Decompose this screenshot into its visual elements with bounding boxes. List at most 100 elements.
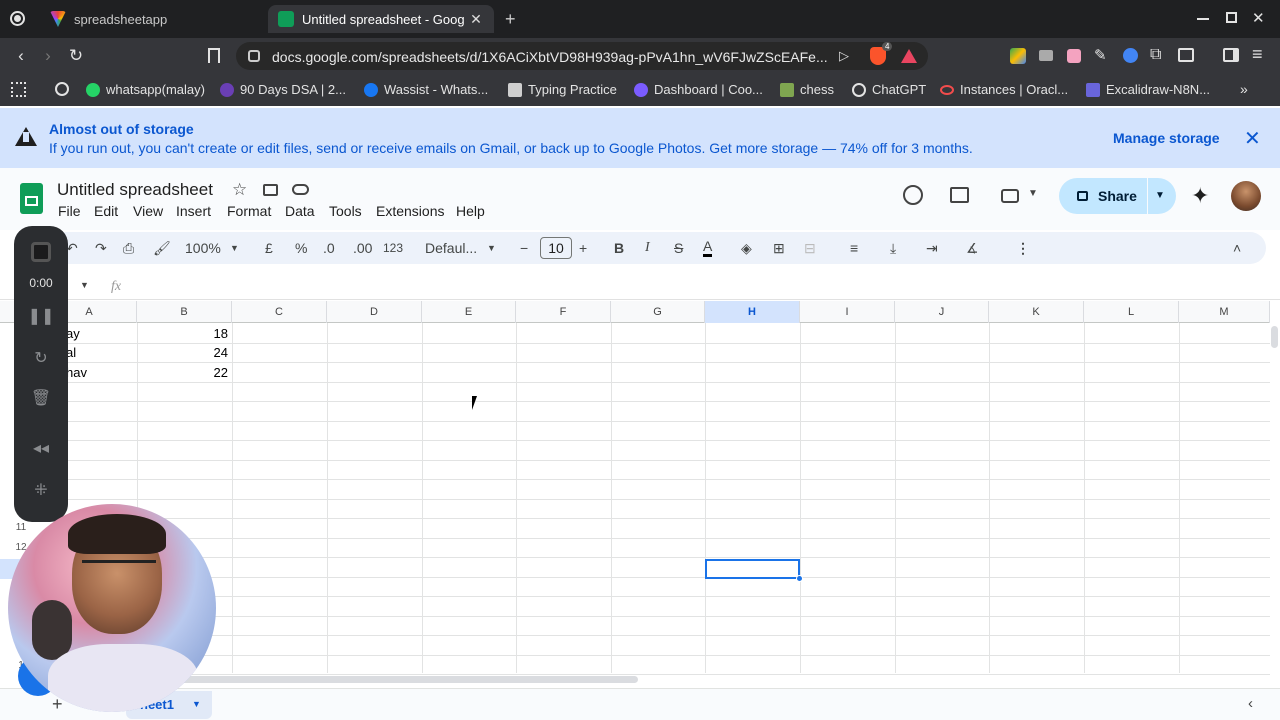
column-header-L[interactable]: L: [1084, 301, 1179, 323]
zoom-dropdown-icon[interactable]: ▼: [230, 239, 239, 257]
avatar[interactable]: [1231, 181, 1261, 211]
text-color-button[interactable]: A: [703, 239, 713, 257]
drag-handle-icon[interactable]: ⁜: [14, 480, 68, 500]
comments-icon[interactable]: [950, 187, 969, 203]
strikethrough-icon[interactable]: S: [674, 239, 683, 257]
redo-icon[interactable]: ↷: [95, 239, 107, 257]
media-icon[interactable]: [1178, 48, 1194, 62]
bookmark-chatgpt[interactable]: ChatGPT: [852, 82, 926, 97]
bookmark-icon[interactable]: [208, 48, 220, 63]
font-select[interactable]: Defaul...: [425, 239, 477, 257]
more-bookmarks-icon[interactable]: »: [1240, 81, 1248, 97]
cell-B3[interactable]: 22: [140, 363, 228, 382]
fill-color-icon[interactable]: ◈: [741, 239, 752, 257]
webcam-bubble[interactable]: [8, 504, 216, 712]
document-title[interactable]: Untitled spreadsheet: [57, 180, 213, 200]
gemini-icon[interactable]: ✦: [1191, 183, 1209, 209]
stop-recording-icon[interactable]: [31, 242, 51, 262]
rewards-icon[interactable]: [901, 49, 917, 63]
menu-format[interactable]: Format: [227, 203, 271, 219]
column-header-K[interactable]: K: [989, 301, 1084, 323]
increase-font-size-icon[interactable]: +: [579, 239, 587, 257]
sheets-logo-icon[interactable]: [20, 183, 43, 214]
sidebar-icon[interactable]: [1223, 48, 1239, 62]
pause-icon[interactable]: ❚❚: [14, 306, 68, 326]
cell-A3[interactable]: hav: [66, 363, 87, 382]
print-icon[interactable]: ⎙: [123, 239, 134, 257]
menu-insert[interactable]: Insert: [176, 203, 211, 219]
column-header-C[interactable]: C: [232, 301, 327, 323]
new-tab-button[interactable]: +: [505, 9, 516, 30]
vertical-scrollbar[interactable]: [1271, 326, 1278, 348]
column-header-I[interactable]: I: [800, 301, 895, 323]
number-format-button[interactable]: 123: [383, 239, 403, 257]
extension-pink-icon[interactable]: [1067, 49, 1081, 63]
cell-B2[interactable]: 24: [140, 343, 228, 362]
menu-file[interactable]: File: [58, 203, 81, 219]
column-header-E[interactable]: E: [422, 301, 516, 323]
extensions-puzzle-icon[interactable]: ⧉: [1150, 46, 1161, 64]
camera-icon[interactable]: [1039, 50, 1053, 61]
text-wrap-icon[interactable]: ⇥: [926, 239, 938, 257]
explore-collapse-icon[interactable]: ‹: [1248, 695, 1253, 712]
horizontal-align-icon[interactable]: ≡: [850, 239, 858, 257]
apps-grid-icon[interactable]: [11, 82, 26, 97]
minimize-icon[interactable]: [1197, 18, 1209, 20]
send-icon[interactable]: ▷: [839, 48, 849, 64]
share-dropdown-icon[interactable]: ▼: [1155, 190, 1165, 201]
banner-message[interactable]: If you run out, you can't create or edit…: [49, 140, 973, 156]
cell-B1[interactable]: 18: [140, 324, 228, 343]
close-window-icon[interactable]: ✕: [1252, 9, 1265, 27]
pen-icon[interactable]: ✎: [1094, 46, 1107, 64]
delete-icon[interactable]: 🗑: [14, 388, 68, 408]
active-cell-selection[interactable]: [705, 559, 803, 582]
collapse-toolbar-icon[interactable]: ˄: [1233, 239, 1241, 257]
menu-tools[interactable]: Tools: [329, 203, 362, 219]
tab-untitled-spreadsheet[interactable]: Untitled spreadsheet - Goog ✕: [268, 5, 494, 33]
extension-maps-icon[interactable]: [1010, 48, 1026, 64]
close-tab-icon[interactable]: ✕: [468, 11, 484, 28]
decrease-font-size-icon[interactable]: −: [520, 239, 528, 257]
italic-button[interactable]: I: [645, 239, 650, 257]
address-bar[interactable]: docs.google.com/spreadsheets/d/1X6ACiXbt…: [236, 42, 928, 70]
bookmark-whatsapp[interactable]: whatsapp(malay): [86, 82, 205, 97]
more-options-icon[interactable]: ⋮: [1016, 239, 1030, 257]
close-banner-icon[interactable]: ✕: [1244, 126, 1261, 151]
meet-dropdown-icon[interactable]: ▼: [1028, 188, 1038, 199]
column-header-J[interactable]: J: [895, 301, 989, 323]
percent-format-button[interactable]: %: [295, 239, 307, 257]
star-icon[interactable]: ☆: [232, 180, 247, 200]
column-header-H[interactable]: H: [705, 301, 800, 323]
fill-handle[interactable]: [796, 575, 803, 582]
font-size-input[interactable]: 10: [540, 237, 572, 259]
increase-decimal-button[interactable]: .00: [353, 239, 372, 257]
globe-icon[interactable]: [55, 82, 69, 96]
maximize-icon[interactable]: [1226, 12, 1237, 23]
column-header-D[interactable]: D: [327, 301, 422, 323]
text-rotation-icon[interactable]: ∡: [966, 239, 979, 257]
column-header-G[interactable]: G: [611, 301, 705, 323]
forward-icon[interactable]: ›: [38, 46, 58, 66]
column-header-B[interactable]: B: [137, 301, 232, 323]
back-icon[interactable]: ‹: [11, 46, 31, 66]
menu-view[interactable]: View: [133, 203, 163, 219]
menu-help[interactable]: Help: [456, 203, 485, 219]
menu-edit[interactable]: Edit: [94, 203, 118, 219]
share-button[interactable]: Share ▼: [1059, 178, 1176, 214]
decrease-decimal-button[interactable]: .0: [323, 239, 335, 257]
bookmark-90-days-dsa[interactable]: 90 Days DSA | 2...: [220, 82, 346, 97]
borders-icon[interactable]: ⊞: [773, 239, 785, 257]
bookmark-dashboard[interactable]: Dashboard | Coo...: [634, 82, 763, 97]
column-header-F[interactable]: F: [516, 301, 611, 323]
reload-icon[interactable]: ↻: [66, 46, 86, 66]
tab-spreadsheetapp[interactable]: spreadsheetapp: [40, 5, 262, 33]
manage-storage-button[interactable]: Manage storage: [1113, 130, 1220, 146]
merge-cells-icon[interactable]: ⊟: [804, 239, 816, 257]
extension-blue-icon[interactable]: [1123, 48, 1138, 63]
bookmark-wassist[interactable]: Wassist - Whats...: [364, 82, 488, 97]
name-box-dropdown-icon[interactable]: ▼: [80, 280, 89, 290]
paint-format-icon[interactable]: 🖌: [153, 239, 171, 257]
restart-icon[interactable]: ↻: [14, 348, 68, 368]
column-header-M[interactable]: M: [1179, 301, 1270, 323]
menu-icon[interactable]: ≡: [1252, 44, 1263, 65]
